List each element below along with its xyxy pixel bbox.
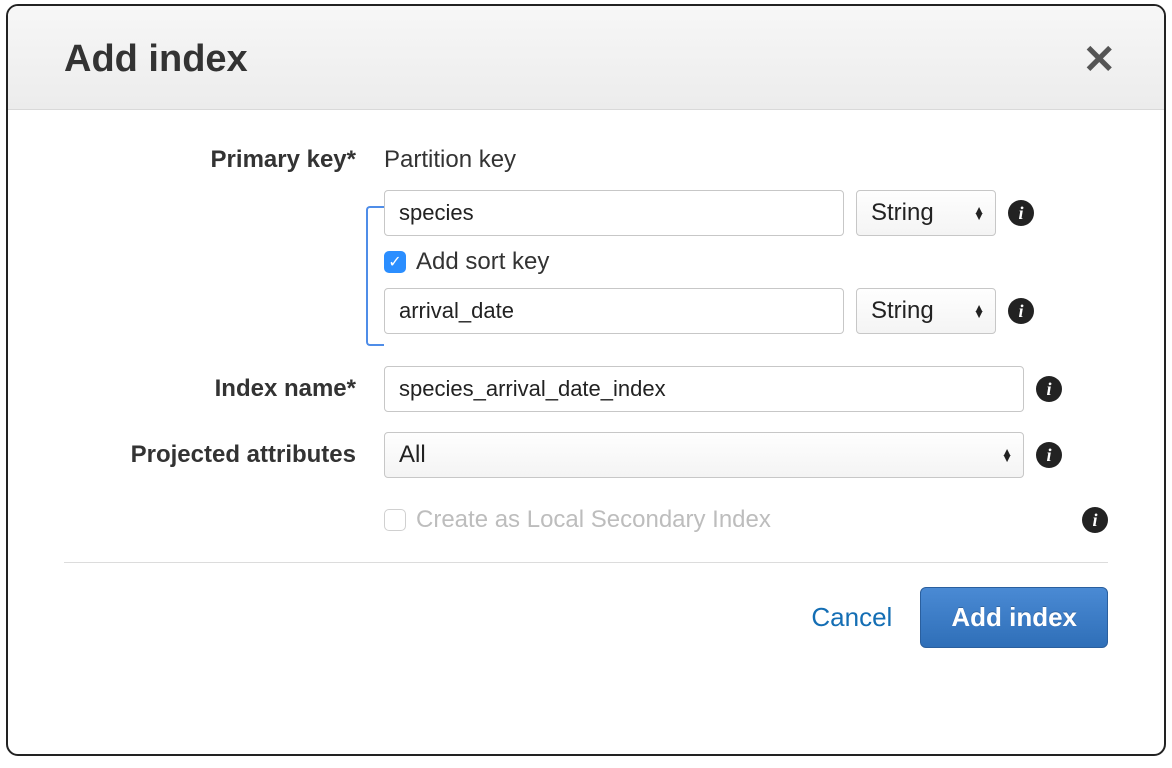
sort-key-row: String ▲ ▼ i [384,288,1034,334]
info-icon[interactable]: i [1036,376,1062,402]
modal-footer: Cancel Add index [8,563,1164,680]
add-index-button[interactable]: Add index [920,587,1108,648]
cancel-button[interactable]: Cancel [811,602,892,633]
modal-title: Add index [64,38,248,81]
caret-updown-icon: ▲ ▼ [1001,449,1013,461]
sort-key-input[interactable] [384,288,844,334]
primary-key-block: Partition key String ▲ ▼ i [384,146,1034,346]
sort-key-type-select[interactable]: String ▲ ▼ [856,288,996,334]
add-sort-key-checkbox[interactable]: ✓ [384,251,406,273]
local-secondary-label: Create as Local Secondary Index [416,506,771,534]
modal-header: Add index ✕ [8,6,1164,110]
local-secondary-checkbox [384,509,406,531]
partition-key-type-value: String [871,199,934,227]
add-index-modal: Add index ✕ Primary key* Partition key S… [6,4,1166,756]
projected-attributes-row: Projected attributes All ▲ ▼ i [64,432,1108,478]
info-icon[interactable]: i [1008,200,1034,226]
projected-attributes-value: All [399,441,426,469]
projected-attributes-fields: All ▲ ▼ i [384,432,1108,478]
partition-key-input[interactable] [384,190,844,236]
partition-key-type-select[interactable]: String ▲ ▼ [856,190,996,236]
primary-key-label: Primary key* [64,146,384,174]
caret-updown-icon: ▲ ▼ [973,305,985,317]
index-name-row: Index name* i [64,366,1108,412]
index-name-fields: i [384,366,1108,412]
partition-key-label: Partition key [384,146,1034,174]
partition-key-row: String ▲ ▼ i [384,190,1034,236]
index-name-label: Index name* [64,375,384,403]
add-sort-key-label: Add sort key [416,248,549,276]
local-secondary-fields: Create as Local Secondary Index i [384,506,1108,534]
projected-attributes-label: Projected attributes [64,441,384,469]
close-icon[interactable]: ✕ [1082,40,1116,80]
local-secondary-row: Create as Local Secondary Index i [64,506,1108,534]
primary-key-fields: Partition key String ▲ ▼ i [384,146,1108,346]
primary-key-row: Primary key* Partition key String ▲ ▼ [64,146,1108,346]
projected-attributes-select[interactable]: All ▲ ▼ [384,432,1024,478]
info-icon[interactable]: i [1082,507,1108,533]
add-sort-key-row: ✓ Add sort key [384,248,1034,276]
index-name-input[interactable] [384,366,1024,412]
sort-key-type-value: String [871,297,934,325]
info-icon[interactable]: i [1036,442,1062,468]
modal-body: Primary key* Partition key String ▲ ▼ [8,110,1164,534]
caret-updown-icon: ▲ ▼ [973,207,985,219]
key-bracket-icon [366,206,384,346]
info-icon[interactable]: i [1008,298,1034,324]
